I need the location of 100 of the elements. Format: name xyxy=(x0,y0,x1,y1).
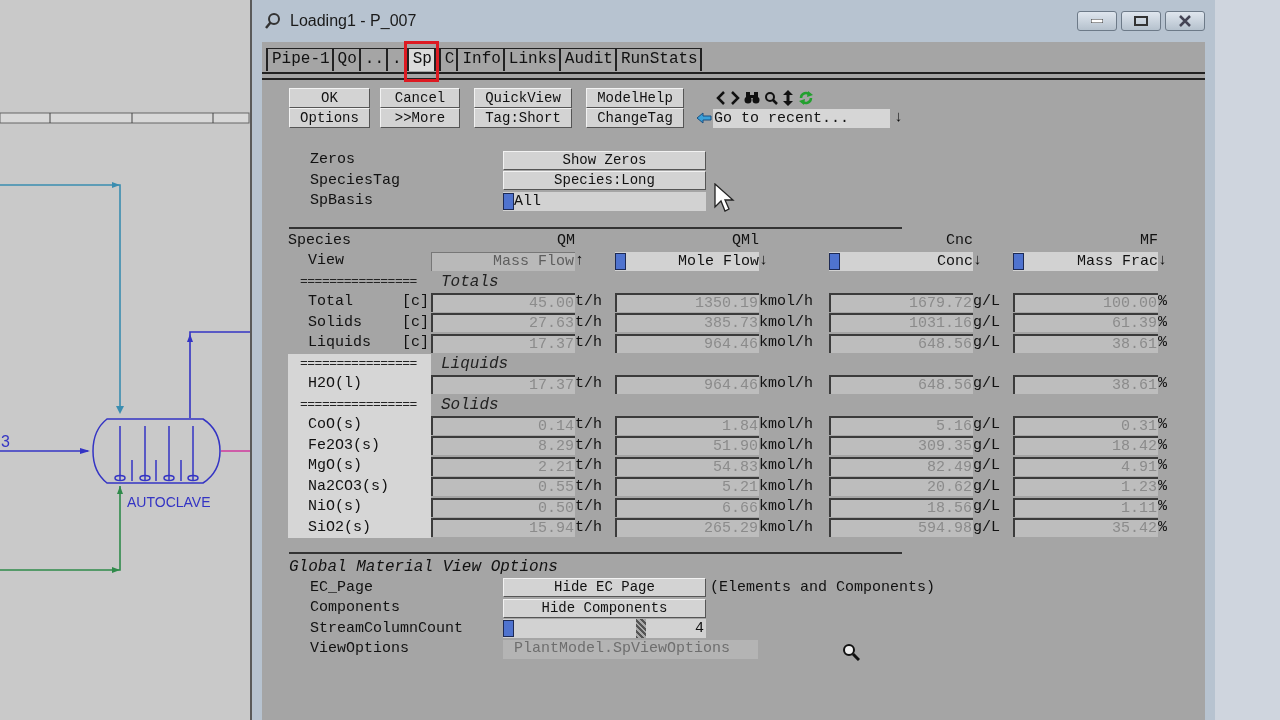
section-title: Solids xyxy=(441,394,499,416)
unit-label: % xyxy=(1158,333,1168,353)
stream-label: 3 xyxy=(1,433,10,450)
unit-label: g/L xyxy=(973,517,1001,538)
column-heading: MF xyxy=(1139,230,1158,251)
binoculars-icon[interactable] xyxy=(744,91,760,105)
toolbar-button[interactable]: ChangeTag xyxy=(586,108,684,128)
species-name: Total xyxy=(307,292,354,312)
close-icon xyxy=(1179,15,1191,27)
unit-label: g/L xyxy=(973,456,1001,476)
tab[interactable]: Sp xyxy=(406,48,436,71)
tab[interactable]: . xyxy=(386,48,404,71)
tab[interactable]: Pipe-1 xyxy=(266,48,332,71)
unit-label: AUTOCLAVE xyxy=(127,494,211,510)
unit-label: t/h xyxy=(575,292,603,312)
back-arrow-icon[interactable] xyxy=(696,112,712,124)
setting-label: Components xyxy=(309,598,401,618)
view-dropdown[interactable]: Conc xyxy=(829,251,973,271)
setting-label: Zeros xyxy=(309,150,356,170)
forward-icon[interactable] xyxy=(730,91,740,105)
basis-tag: [c] xyxy=(402,291,431,314)
slider-track[interactable]: 4 xyxy=(503,619,706,639)
option-button[interactable]: Hide EC Page xyxy=(503,578,706,598)
unit-label: % xyxy=(1158,415,1168,435)
slider-thumb[interactable] xyxy=(636,619,647,639)
tab[interactable]: Info xyxy=(456,48,503,71)
toolbar-button[interactable]: Tag:Short xyxy=(474,108,572,128)
unit-label: % xyxy=(1158,312,1168,333)
unit-label: t/h xyxy=(575,456,603,476)
tab[interactable]: Qo xyxy=(331,48,359,71)
tab[interactable]: .. xyxy=(358,48,386,71)
search-icon[interactable] xyxy=(764,91,778,105)
toolbar-button[interactable]: QuickView xyxy=(474,88,572,108)
toolbar-button[interactable]: Cancel xyxy=(380,88,460,108)
unit-label: g/L xyxy=(973,476,1001,497)
unit-label: t/h xyxy=(575,476,603,497)
unit-label: kmol/h xyxy=(759,415,814,435)
unit-label: kmol/h xyxy=(759,435,814,456)
toolbar-button[interactable]: >>More xyxy=(380,108,460,128)
unit-label: g/L xyxy=(973,312,1001,333)
section-title: Totals xyxy=(441,271,499,293)
tab[interactable]: Audit xyxy=(558,48,615,71)
unit-label: kmol/h xyxy=(759,476,814,497)
species-name: Solids xyxy=(307,312,363,333)
view-dropdown[interactable]: Mass Frac xyxy=(1013,251,1158,271)
unit-label: % xyxy=(1158,456,1168,476)
unit-label: t/h xyxy=(575,497,603,517)
toolbar-button[interactable]: Options xyxy=(289,108,370,128)
maximize-icon xyxy=(1134,16,1148,26)
unit-label: % xyxy=(1158,517,1168,538)
option-button[interactable]: Species:Long xyxy=(503,171,706,191)
readonly-field: PlantModel.SpViewOptions xyxy=(503,639,758,659)
up-down-arrow-icon[interactable] xyxy=(782,90,794,106)
sort-arrow[interactable]: ↑ xyxy=(575,252,584,269)
species-name: Na2CO3(s) xyxy=(307,476,390,497)
unit-label: % xyxy=(1158,292,1168,312)
unit-label: kmol/h xyxy=(759,456,814,476)
column-heading: QMl xyxy=(731,230,759,251)
tab[interactable]: RunStats xyxy=(614,48,702,71)
sort-arrow[interactable]: ↓ xyxy=(759,252,768,269)
species-name: NiO(s) xyxy=(307,497,363,517)
recent-field[interactable]: Go to recent... xyxy=(713,108,890,128)
section-title: Liquids xyxy=(441,353,509,375)
basis-tag: [c] xyxy=(402,311,431,334)
species-name: SiO2(s) xyxy=(307,517,372,538)
sort-arrow[interactable]: ↓ xyxy=(1158,252,1167,269)
view-dropdown[interactable]: Mole Flow xyxy=(615,251,759,271)
note-text: (Elements and Components) xyxy=(710,577,936,598)
row-label: View xyxy=(307,251,344,271)
setting-label: SpBasis xyxy=(309,191,374,211)
field-value: All xyxy=(514,192,541,210)
maximize-button[interactable] xyxy=(1121,11,1161,31)
toolbar-button[interactable]: OK xyxy=(289,88,370,108)
setting-label: EC_Page xyxy=(309,577,374,598)
sort-arrow[interactable]: ↓ xyxy=(973,252,982,269)
column-heading: Species xyxy=(288,230,351,251)
back-icon[interactable] xyxy=(716,91,726,105)
close-button[interactable] xyxy=(1165,11,1205,31)
unit-label: g/L xyxy=(973,292,1001,312)
toolbar-button[interactable]: ModelHelp xyxy=(586,88,684,108)
unit-label: kmol/h xyxy=(759,517,814,538)
unit-label: kmol/h xyxy=(759,312,814,333)
search-icon xyxy=(264,12,282,30)
setting-label: StreamColumnCount xyxy=(309,618,465,639)
unit-label: g/L xyxy=(973,497,1001,517)
dropdown-field[interactable]: All xyxy=(503,191,706,211)
unit-label: kmol/h xyxy=(759,497,814,517)
unit-label: % xyxy=(1158,497,1168,517)
option-button[interactable]: Hide Components xyxy=(503,598,706,618)
dropdown-arrow[interactable]: ↓ xyxy=(894,106,903,130)
minimize-button[interactable] xyxy=(1077,11,1117,31)
option-button[interactable]: Show Zeros xyxy=(503,150,706,170)
section-rule: ================ xyxy=(299,355,417,373)
section-title: Global Material View Options xyxy=(289,557,558,579)
species-name: Fe2O3(s) xyxy=(307,435,381,456)
unit-label: % xyxy=(1158,476,1168,497)
species-name: Liquids xyxy=(307,333,372,353)
unit-label: g/L xyxy=(973,415,1001,435)
tab[interactable]: Links xyxy=(502,48,559,71)
unit-label: t/h xyxy=(575,415,603,435)
